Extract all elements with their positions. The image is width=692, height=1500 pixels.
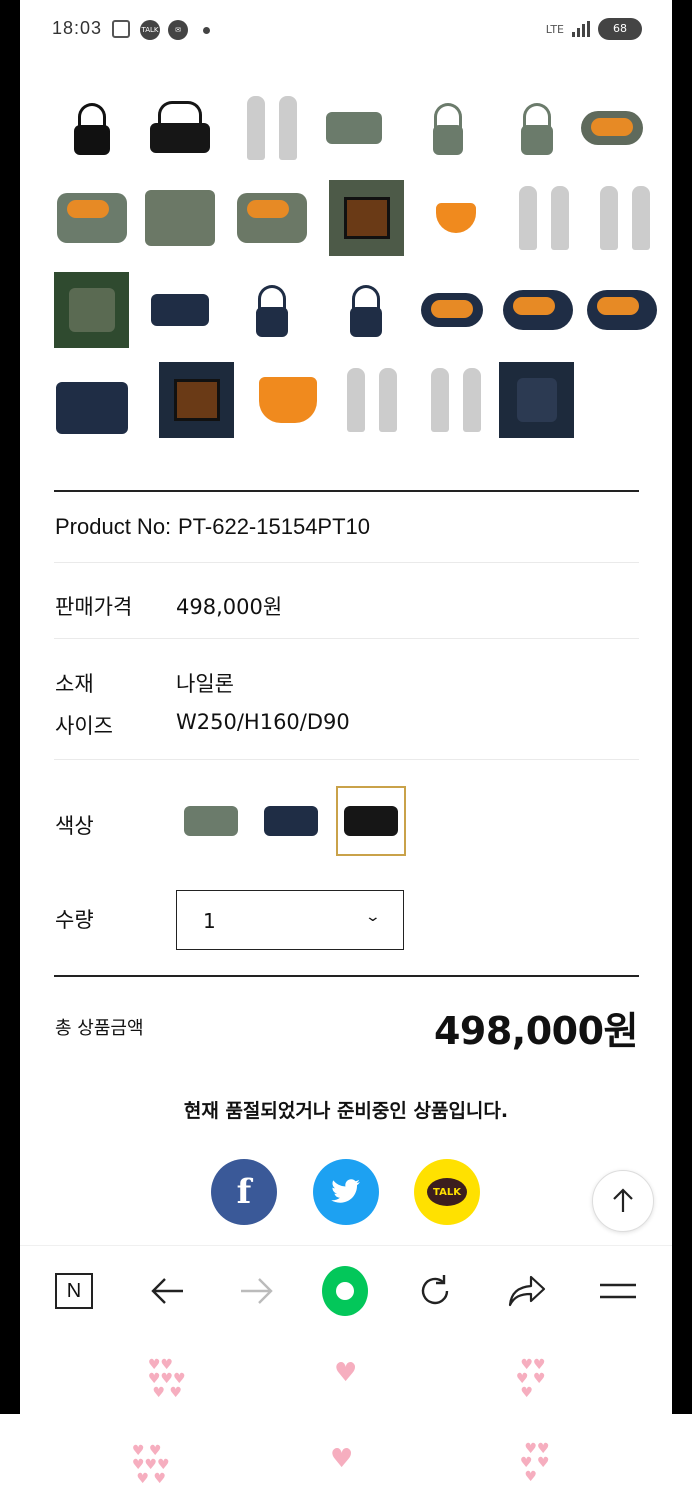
quantity-value: 1 bbox=[203, 909, 216, 933]
kakaotalk-icon: TALK bbox=[427, 1178, 467, 1206]
thumbnail[interactable] bbox=[328, 272, 403, 348]
thumbnail[interactable] bbox=[159, 362, 234, 438]
thumbnail[interactable] bbox=[54, 272, 129, 348]
phone-screen: 18:03 TALK ✉ LTE 68 Product No: PT-622-1… bbox=[20, 0, 672, 1414]
thumbnail[interactable] bbox=[234, 90, 309, 166]
facebook-icon: f bbox=[236, 1172, 252, 1212]
thumbnail[interactable] bbox=[316, 90, 391, 166]
thumbnail[interactable] bbox=[329, 180, 404, 256]
total-label: 총 상품금액 bbox=[55, 1018, 144, 1039]
signal-icon bbox=[572, 21, 590, 37]
size-label: 사이즈 bbox=[55, 714, 113, 738]
thumbnail[interactable] bbox=[54, 180, 129, 256]
more-notifications-dot bbox=[203, 27, 210, 34]
product-no-label: Product No: bbox=[55, 514, 172, 539]
twitter-icon bbox=[331, 1179, 360, 1203]
mail-notification-icon: ✉ bbox=[168, 20, 188, 40]
status-bar: 18:03 TALK ✉ LTE 68 bbox=[20, 0, 672, 60]
thumbnail[interactable] bbox=[499, 362, 574, 438]
status-time: 18:03 bbox=[52, 18, 103, 38]
price-label: 판매가격 bbox=[55, 595, 133, 619]
thumbnail[interactable] bbox=[410, 90, 485, 166]
thumbnail[interactable] bbox=[54, 362, 129, 438]
thumb-row-4 bbox=[54, 362, 644, 438]
kakaotalk-share-button[interactable]: TALK bbox=[414, 1159, 480, 1225]
quantity-label: 수량 bbox=[55, 908, 94, 932]
thumbnail[interactable] bbox=[54, 90, 129, 166]
browser-toolbar: N bbox=[20, 1245, 672, 1335]
back-button[interactable] bbox=[144, 1268, 190, 1314]
thumbnail[interactable] bbox=[500, 272, 575, 348]
total-divider bbox=[54, 975, 639, 977]
refresh-icon bbox=[421, 1275, 449, 1305]
color-label: 색상 bbox=[55, 814, 94, 838]
arrow-right-icon bbox=[241, 1278, 273, 1304]
arrow-up-icon bbox=[613, 1188, 633, 1212]
thumbnail[interactable] bbox=[334, 362, 409, 438]
color-option-black[interactable] bbox=[336, 786, 406, 856]
facebook-share-button[interactable]: f bbox=[211, 1159, 277, 1225]
thumb-row-2 bbox=[54, 180, 650, 256]
menu-button[interactable] bbox=[595, 1268, 641, 1314]
divider bbox=[54, 759, 639, 760]
thumbnail[interactable] bbox=[584, 272, 659, 348]
twitter-share-button[interactable] bbox=[313, 1159, 379, 1225]
hearts-decoration-icon: ♥ ♥ ♥♥♥ ♥ ♥ bbox=[132, 1443, 170, 1487]
thumbnail[interactable] bbox=[506, 180, 581, 256]
thumbnail[interactable] bbox=[414, 272, 489, 348]
color-option-navy[interactable] bbox=[256, 786, 326, 856]
info-top-divider bbox=[54, 490, 639, 492]
network-type: LTE bbox=[545, 22, 564, 36]
material-label: 소재 bbox=[55, 672, 94, 696]
thumbnail[interactable] bbox=[587, 180, 662, 256]
thumbnail[interactable] bbox=[418, 362, 493, 438]
total-price: 498,000원 bbox=[433, 1009, 639, 1053]
thumbnail[interactable] bbox=[418, 180, 493, 256]
bottom-wallpaper-strip: ♥ ♥ ♥♥♥ ♥ ♥ ♥ ♥♥ ♥ ♥ ♥ bbox=[0, 1414, 692, 1500]
soldout-notice: 현재 품절되었거나 준비중인 상품입니다. bbox=[183, 1100, 509, 1122]
green-dot-icon bbox=[322, 1266, 368, 1316]
menu-icon bbox=[600, 1283, 636, 1299]
kakaotalk-notification-icon: TALK bbox=[140, 20, 160, 40]
thumbnail[interactable] bbox=[234, 180, 309, 256]
thumbnail[interactable] bbox=[574, 90, 649, 166]
thumbnail[interactable] bbox=[250, 362, 325, 438]
divider bbox=[54, 638, 639, 639]
hearts-decoration-icon: ♥♥ ♥♥♥ ♥ ♥ bbox=[148, 1357, 186, 1401]
thumbnail[interactable] bbox=[234, 272, 309, 348]
hearts-decoration-icon: ♥♥ ♥ ♥ ♥ bbox=[520, 1441, 550, 1485]
product-no-value: PT-622-15154PT10 bbox=[178, 514, 371, 539]
forward-button[interactable] bbox=[234, 1268, 280, 1314]
scroll-to-top-button[interactable] bbox=[592, 1170, 654, 1232]
thumb-row-1 bbox=[54, 90, 644, 166]
divider bbox=[54, 562, 639, 563]
thumbnail[interactable] bbox=[142, 180, 217, 256]
naver-home-button[interactable]: N bbox=[51, 1268, 97, 1314]
refresh-button[interactable] bbox=[412, 1268, 458, 1314]
naver-n-icon: N bbox=[55, 1273, 93, 1309]
size-value: W250/H160/D90 bbox=[176, 710, 350, 734]
thumbnail[interactable] bbox=[142, 90, 217, 166]
hearts-decoration-icon: ♥♥ ♥ ♥ ♥ bbox=[516, 1357, 546, 1401]
thumbnail[interactable] bbox=[142, 272, 217, 348]
green-dot-button[interactable] bbox=[322, 1266, 368, 1316]
heart-decoration-icon: ♥ bbox=[334, 1358, 358, 1388]
chevron-down-icon: ⌄ bbox=[364, 909, 382, 925]
arrow-left-icon bbox=[151, 1278, 183, 1304]
battery-indicator: 68 bbox=[598, 18, 642, 40]
thumb-row-3 bbox=[54, 272, 657, 348]
color-option-green[interactable] bbox=[176, 786, 246, 856]
material-value: 나일론 bbox=[176, 672, 234, 696]
price-value: 498,000원 bbox=[176, 595, 283, 619]
heart-decoration-icon: ♥ bbox=[330, 1444, 354, 1474]
share-button[interactable] bbox=[504, 1268, 550, 1314]
quantity-select[interactable]: 1 ⌄ bbox=[176, 890, 404, 950]
screenshot-icon bbox=[112, 20, 130, 38]
thumbnail[interactable] bbox=[499, 90, 574, 166]
share-arrow-icon bbox=[508, 1275, 546, 1307]
